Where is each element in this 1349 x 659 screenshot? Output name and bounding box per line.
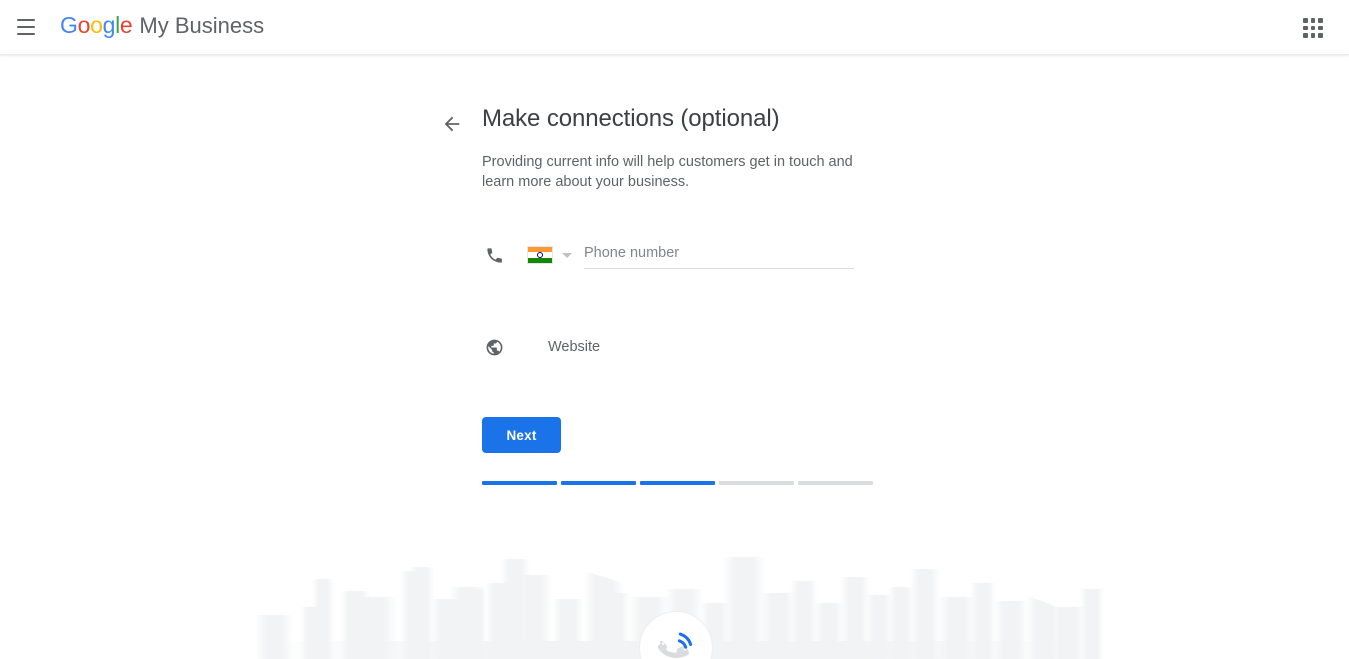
step-progress-indicator (482, 481, 898, 485)
website-label: Website (548, 339, 601, 355)
hamburger-menu-icon[interactable] (10, 11, 42, 43)
apps-dot (1318, 25, 1323, 31)
apps-dot (1318, 33, 1323, 38)
phone-call-badge (639, 611, 713, 659)
title-row: Make connections (optional) (438, 103, 898, 138)
ashoka-chakra (537, 252, 543, 258)
hamburger-bar (17, 19, 35, 21)
globe-glyph (486, 339, 502, 355)
onboarding-form-card: Make connections (optional) Providing cu… (438, 103, 898, 485)
apps-dot (1310, 25, 1316, 31)
apps-dot (1310, 18, 1316, 23)
google-wordmark: Google (60, 12, 133, 38)
page-title: Make connections (optional) (482, 105, 780, 132)
hamburger-bar (17, 33, 35, 35)
apps-dot (1318, 18, 1323, 23)
flag-band-green (528, 257, 552, 263)
website-field-row[interactable]: Website (482, 331, 752, 363)
apps-dot (1303, 25, 1308, 31)
phone-call-waves-icon (657, 632, 693, 659)
phone-icon (482, 243, 506, 267)
step-segment-3 (640, 481, 715, 485)
phone-handset-glyph (486, 247, 502, 263)
step-segment-2 (561, 481, 636, 485)
arrow-left-glyph (444, 116, 460, 132)
apps-grid-icon[interactable] (1295, 10, 1331, 46)
globe-icon (482, 335, 506, 359)
step-segment-4 (719, 481, 794, 485)
phone-number-row (482, 236, 898, 274)
apps-dot (1310, 33, 1316, 38)
brand-suffix-label: My Business (139, 13, 265, 38)
app-header: Google My Business (0, 0, 1349, 55)
step-segment-5 (798, 481, 873, 485)
form-fields: Website (482, 236, 898, 363)
hamburger-bar (17, 26, 35, 28)
apps-dot (1303, 18, 1308, 23)
page-body: Make connections (optional) Providing cu… (0, 55, 1349, 659)
back-arrow-icon[interactable] (438, 110, 466, 138)
phone-number-input[interactable] (584, 241, 854, 269)
country-code-selector[interactable] (527, 246, 572, 264)
step-segment-1 (482, 481, 557, 485)
apps-dot (1303, 33, 1308, 38)
india-flag-icon (527, 246, 553, 264)
brand-logo[interactable]: Google My Business (60, 12, 264, 44)
page-subtitle: Providing current info will help custome… (482, 154, 853, 190)
chevron-down-icon (562, 252, 572, 258)
next-button[interactable]: Next (482, 417, 561, 453)
